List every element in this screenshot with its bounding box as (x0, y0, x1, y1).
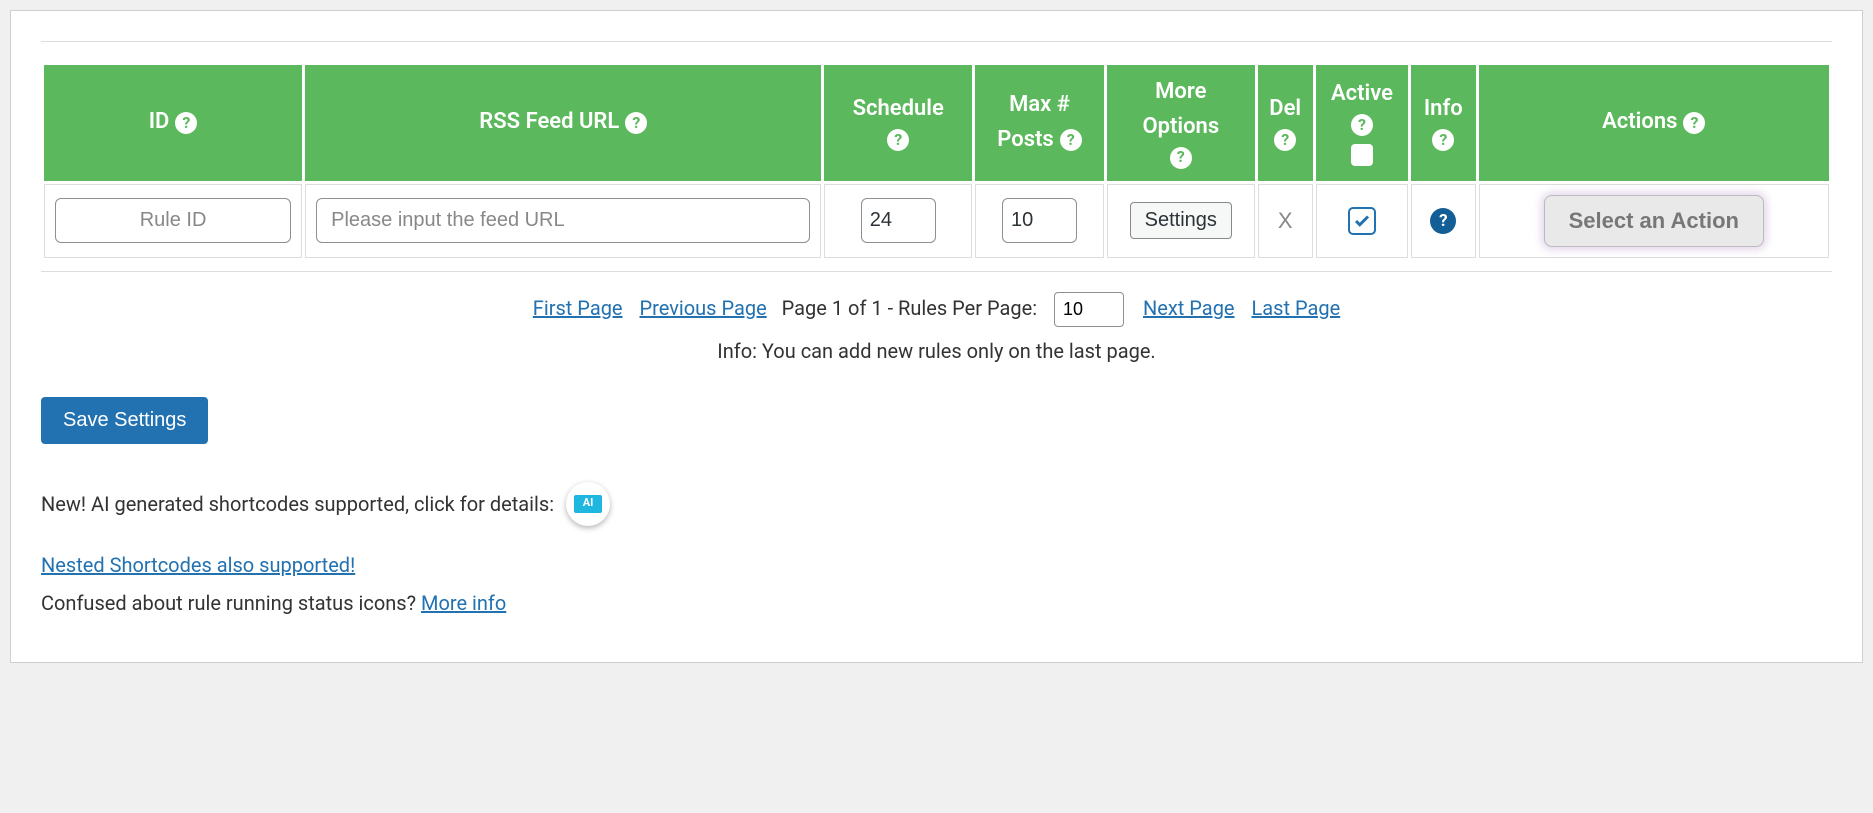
header-id-label: ID (149, 107, 170, 138)
active-all-checkbox[interactable] (1351, 144, 1373, 166)
ai-shortcodes-text: New! AI generated shortcodes supported, … (41, 485, 554, 523)
top-divider (41, 41, 1832, 42)
header-active-label: Active (1331, 79, 1393, 110)
delete-button[interactable]: X (1278, 208, 1293, 233)
ai-icon: AI (574, 495, 602, 513)
header-schedule-label: Schedule (853, 94, 944, 125)
active-checkbox[interactable] (1348, 207, 1376, 235)
header-actions-label: Actions (1602, 107, 1677, 138)
pagination-status: Page 1 of 1 - Rules Per Page: (782, 296, 1037, 320)
header-actions: Actions ? (1479, 65, 1829, 181)
last-page-link[interactable]: Last Page (1252, 296, 1341, 320)
select-action-button[interactable]: Select an Action (1544, 195, 1764, 247)
header-more-label2: Options (1142, 112, 1219, 143)
pagination: First Page Previous Page Page 1 of 1 - R… (41, 290, 1832, 369)
bottom-divider (41, 271, 1832, 272)
footer-section: New! AI generated shortcodes supported, … (41, 482, 1832, 622)
help-icon[interactable]: ? (1060, 129, 1082, 151)
header-more-options: More Options ? (1107, 65, 1255, 181)
info-icon[interactable]: ? (1430, 208, 1456, 234)
help-icon[interactable]: ? (175, 112, 197, 134)
header-rss-label: RSS Feed URL (479, 107, 619, 138)
settings-panel: ID ? RSS Feed URL ? Schedule ? (10, 10, 1863, 663)
header-del-label: Del (1269, 94, 1301, 125)
help-icon[interactable]: ? (887, 129, 909, 151)
feed-url-input[interactable] (316, 198, 810, 243)
previous-page-link[interactable]: Previous Page (640, 296, 767, 320)
check-icon (1353, 212, 1371, 230)
help-icon[interactable]: ? (1432, 129, 1454, 151)
schedule-input[interactable] (861, 198, 936, 243)
header-active: Active ? (1316, 65, 1408, 181)
header-more-label1: More (1155, 77, 1206, 108)
pagination-info-note: Info: You can add new rules only on the … (41, 333, 1832, 369)
header-max-posts: Max # Posts ? (975, 65, 1104, 181)
header-info-label: Info (1424, 94, 1463, 125)
header-id: ID ? (44, 65, 302, 181)
rules-table: ID ? RSS Feed URL ? Schedule ? (41, 62, 1832, 261)
header-info: Info ? (1411, 65, 1476, 181)
nested-shortcodes-link[interactable]: Nested Shortcodes also supported! (41, 553, 355, 577)
help-icon[interactable]: ? (1351, 114, 1373, 136)
more-info-link[interactable]: More info (421, 591, 506, 615)
header-schedule: Schedule ? (824, 65, 972, 181)
help-icon[interactable]: ? (625, 112, 647, 134)
rules-per-page-input[interactable] (1054, 292, 1124, 327)
help-icon[interactable]: ? (1274, 129, 1296, 151)
rule-id-input[interactable] (55, 198, 291, 243)
confused-text: Confused about rule running status icons… (41, 591, 421, 615)
first-page-link[interactable]: First Page (533, 296, 623, 320)
header-rss: RSS Feed URL ? (305, 65, 821, 181)
header-del: Del ? (1258, 65, 1313, 181)
help-icon[interactable]: ? (1170, 147, 1192, 169)
max-posts-input[interactable] (1002, 198, 1077, 243)
save-settings-button[interactable]: Save Settings (41, 397, 208, 444)
table-row: Settings X ? Select an Action (44, 184, 1829, 258)
help-icon[interactable]: ? (1683, 112, 1705, 134)
header-max-label1: Max # (1009, 90, 1070, 121)
settings-button[interactable]: Settings (1130, 202, 1232, 239)
ai-badge-button[interactable]: AI (566, 482, 610, 526)
header-max-label2: Posts (997, 125, 1053, 156)
next-page-link[interactable]: Next Page (1143, 296, 1235, 320)
